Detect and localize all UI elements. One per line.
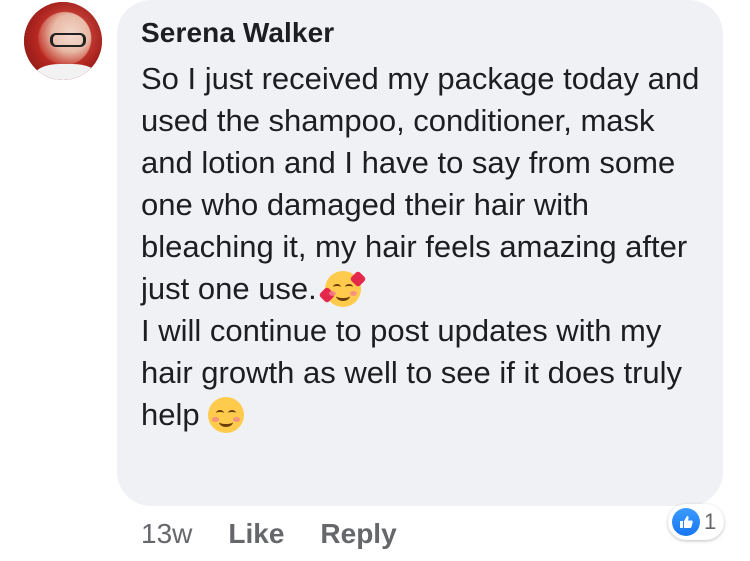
comment-text: So I just received my package today and … xyxy=(141,58,711,436)
comment-meta: 13w Like Reply xyxy=(141,518,397,550)
like-icon xyxy=(672,508,700,536)
reply-button[interactable]: Reply xyxy=(320,518,396,550)
reaction-summary[interactable]: 1 xyxy=(668,504,725,540)
avatar-glasses xyxy=(50,33,86,47)
like-button[interactable]: Like xyxy=(228,518,284,550)
smiling-face-with-hearts-icon xyxy=(324,271,361,307)
comment-paragraph: So I just received my package today and … xyxy=(141,61,700,307)
comment-timestamp[interactable]: 13w xyxy=(141,518,192,550)
reaction-count: 1 xyxy=(704,509,717,534)
avatar[interactable] xyxy=(24,2,102,80)
comment-paragraph: I will continue to post updates with my … xyxy=(141,313,683,433)
comment-author[interactable]: Serena Walker xyxy=(141,17,334,49)
smiling-face-icon xyxy=(207,397,244,433)
avatar-shirt xyxy=(34,64,98,80)
